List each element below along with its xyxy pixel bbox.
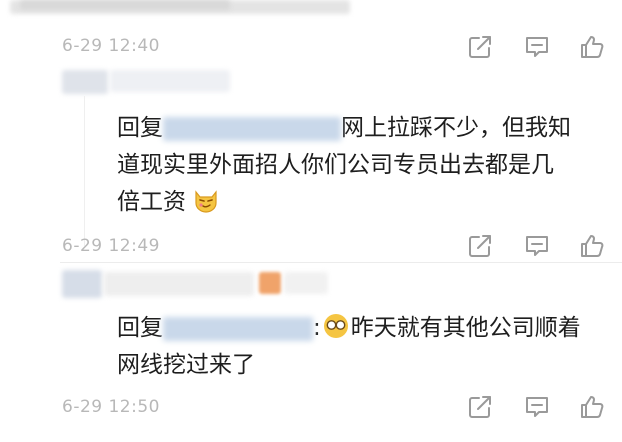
comment-timestamp: 6-29 12:40 [62, 36, 160, 56]
reply-prefix: 回复 [117, 115, 163, 141]
reply-colon: : [313, 315, 321, 341]
smirk-cat-emoji [195, 190, 217, 213]
user-badge [259, 272, 281, 294]
comment-actions [466, 393, 611, 421]
share-icon[interactable] [466, 393, 494, 421]
blurred-username-tail [284, 272, 328, 294]
blurred-text-top [20, 0, 230, 10]
share-icon[interactable] [466, 33, 494, 61]
blurred-username [110, 70, 230, 92]
reply-text: 回复: 昨天就有其他公司顺着 网线挖过来了 [117, 310, 581, 384]
infinity-glasses-emoji [323, 314, 348, 338]
reply-line-2: 道现实里外面招人你们公司专员出去都是几 [117, 152, 554, 178]
comment-timestamp: 6-29 12:49 [62, 236, 160, 256]
blurred-username [104, 272, 254, 296]
thread-line [84, 96, 85, 246]
comment-icon[interactable] [523, 33, 551, 61]
reply-line-3: 倍工资 [117, 189, 186, 215]
avatar [62, 270, 102, 298]
comment-timestamp: 6-29 12:50 [62, 397, 160, 417]
comment-icon[interactable] [523, 393, 551, 421]
reply-line-2: 网线挖过来了 [117, 352, 255, 378]
divider [60, 262, 622, 263]
blurred-mention[interactable] [163, 316, 313, 341]
comment-actions [466, 33, 611, 61]
reply-prefix: 回复 [117, 315, 163, 341]
reply-line-1: 昨天就有其他公司顺着 [350, 315, 581, 341]
like-icon[interactable] [578, 33, 606, 61]
like-icon[interactable] [578, 393, 606, 421]
reply-line-1: 网上拉踩不少，但我知 [341, 115, 571, 141]
share-icon[interactable] [466, 232, 494, 260]
like-icon[interactable] [578, 232, 606, 260]
comment-icon[interactable] [523, 232, 551, 260]
comment-actions [466, 232, 611, 260]
reply-text: 回复 网上拉踩不少，但我知 道现实里外面招人你们公司专员出去都是几 倍工资 [117, 110, 571, 221]
avatar [62, 70, 108, 94]
blurred-mention[interactable] [163, 116, 341, 141]
